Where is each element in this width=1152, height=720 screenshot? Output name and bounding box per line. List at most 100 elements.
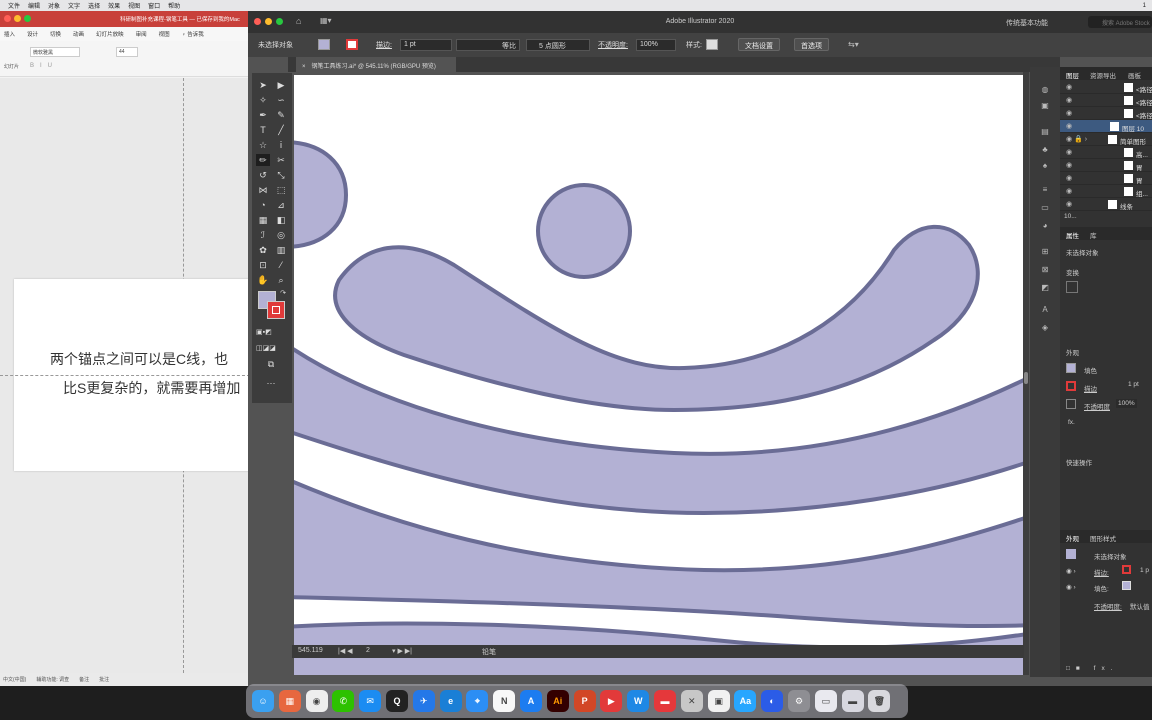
opacity-label[interactable]: 不透明度: xyxy=(598,40,628,50)
menu-select[interactable]: 选择 xyxy=(88,1,100,10)
blend-tool-icon[interactable]: ◎ xyxy=(274,229,288,241)
draw-mode-icons[interactable]: ◫◪◪ xyxy=(256,343,276,355)
artboard-number[interactable]: 2 xyxy=(366,647,370,654)
canvas[interactable] xyxy=(292,72,1024,675)
scale-tool-icon[interactable]: ⤡ xyxy=(274,169,288,181)
dock-chrome-icon[interactable]: ◉ xyxy=(305,690,328,712)
visibility-eye-icon[interactable]: ◉ 🔒 › xyxy=(1066,135,1087,143)
preferences-button[interactable]: 首选项 xyxy=(794,38,829,51)
circle[interactable] xyxy=(536,183,632,279)
layer-row[interactable]: ◉ 胃 xyxy=(1060,172,1152,185)
image-trace-icon[interactable]: ▣ xyxy=(1039,101,1051,111)
appearance-footer-icons[interactable]: □■ fx. xyxy=(1066,665,1119,672)
status-comments[interactable]: 批注 xyxy=(99,676,109,683)
menu-edit[interactable]: 编辑 xyxy=(28,1,40,10)
vertical-scrollbar[interactable] xyxy=(1023,72,1029,675)
visibility-eye-icon[interactable]: ◉ xyxy=(1066,83,1072,91)
status-accessibility[interactable]: 辅助功能: 调查 xyxy=(36,676,69,683)
tab-properties[interactable]: 属性 xyxy=(1066,230,1079,240)
visibility-eye-icon[interactable]: ◉ › xyxy=(1066,567,1076,575)
character-icon[interactable]: A xyxy=(1039,305,1051,315)
visibility-eye-icon[interactable]: ◉ xyxy=(1066,122,1072,130)
tab-design[interactable]: 设计 xyxy=(27,30,38,38)
dock-wps-icon[interactable]: W xyxy=(627,690,650,712)
gradient-tool-icon[interactable]: ◧ xyxy=(274,214,288,226)
menu-help[interactable]: 帮助 xyxy=(168,1,180,10)
color-mode-icons[interactable]: ▣▪◩ xyxy=(256,327,272,339)
stroke-weight-label[interactable]: 描边: xyxy=(376,40,392,50)
properties-opacity-value[interactable]: 100% xyxy=(1116,399,1137,408)
document-tab[interactable]: × 钢笔工具练习.ai* @ 545.11% (RGB/GPU 预览) xyxy=(296,57,456,72)
selection-tool-icon[interactable]: ➤ xyxy=(256,79,270,91)
fill-swatch[interactable] xyxy=(318,39,330,50)
appearance-opacity-label[interactable]: 不透明度: xyxy=(1094,601,1122,611)
tab-view[interactable]: 视图 xyxy=(159,30,170,38)
visibility-eye-icon[interactable]: ◉ › xyxy=(1066,583,1076,591)
magic-wand-icon[interactable]: ✧ xyxy=(256,94,270,106)
align-icon[interactable]: ⊞ xyxy=(1039,247,1051,257)
free-transform-icon[interactable]: ⬚ xyxy=(274,184,288,196)
properties-fill-swatch[interactable] xyxy=(1066,363,1076,373)
slide-text-line-2[interactable]: 比S更复杂的，就需要再增加 xyxy=(63,378,240,398)
minimize-button[interactable] xyxy=(14,15,21,22)
close-tab-icon[interactable]: × xyxy=(302,64,306,70)
more-tools-icon[interactable]: ··· xyxy=(264,377,278,389)
glyphs-icon[interactable]: ◈ xyxy=(1039,323,1051,333)
scrollbar-thumb[interactable] xyxy=(1024,372,1028,384)
layer-row[interactable]: ◉ 胃 xyxy=(1060,159,1152,172)
dock-folder-icon[interactable]: ▬ xyxy=(841,690,864,712)
visibility-eye-icon[interactable]: ◉ xyxy=(1066,148,1072,156)
tab-transitions[interactable]: 切换 xyxy=(50,30,61,38)
graphic-style-swatch[interactable] xyxy=(706,39,718,50)
dock-launchpad-icon[interactable]: ▦ xyxy=(278,690,301,712)
layer-row[interactable]: ◉ 🔒 › 简单图形 xyxy=(1060,133,1152,146)
dock-video-icon[interactable]: ▶ xyxy=(600,690,623,712)
pencil-tool-icon[interactable]: ✏ xyxy=(256,154,270,166)
zoom-button[interactable] xyxy=(24,15,31,22)
font-family-select[interactable]: 微软雅黑 xyxy=(30,47,80,57)
width-tool-icon[interactable]: ⋈ xyxy=(256,184,270,196)
dock-powerpoint-icon[interactable]: P xyxy=(573,690,596,712)
tab-slideshow[interactable]: 幻灯片放映 xyxy=(96,30,124,38)
layer-row[interactable]: ◉<路径> xyxy=(1060,94,1152,107)
tab-asset-export[interactable]: 资源导出 xyxy=(1090,70,1116,80)
dock-illustrator-icon[interactable]: Ai xyxy=(546,690,569,712)
color-panel-icon[interactable]: ▤ xyxy=(1039,127,1051,137)
swap-colors-icon[interactable]: ↷ xyxy=(276,288,290,300)
artboard-nav-prev[interactable]: |◀ ◀ xyxy=(338,647,353,655)
fx-icon[interactable]: fx. xyxy=(1068,419,1075,426)
mesh-tool-icon[interactable]: ▦ xyxy=(256,214,270,226)
brushes-icon[interactable]: ♣ xyxy=(1039,145,1051,155)
menu-view[interactable]: 视图 xyxy=(128,1,140,10)
close-button[interactable] xyxy=(4,15,11,22)
layer-row[interactable]: ◉ 高... xyxy=(1060,146,1152,159)
dock-preview-icon[interactable]: ▣ xyxy=(707,690,730,712)
zoom-level[interactable]: 545.119 xyxy=(298,647,323,654)
rotate-tool-icon[interactable]: ↺ xyxy=(256,169,270,181)
artboard-tool-icon[interactable]: ⊡ xyxy=(256,259,270,271)
visibility-eye-icon[interactable]: ◉ xyxy=(1066,109,1072,117)
visibility-eye-icon[interactable]: ◉ xyxy=(1066,187,1072,195)
visibility-eye-icon[interactable]: ◉ xyxy=(1066,161,1072,169)
visibility-eye-icon[interactable]: ◉ xyxy=(1066,174,1072,182)
symbols-icon[interactable]: ♠ xyxy=(1039,161,1051,171)
graph-tool-icon[interactable]: ▥ xyxy=(274,244,288,256)
dock-safari-icon[interactable]: ⌖ xyxy=(466,690,489,712)
tab-layers[interactable]: 图层 xyxy=(1066,70,1079,80)
layer-row-selected[interactable]: ◉ 图层 10 xyxy=(1060,120,1152,133)
dock-downloads-icon[interactable]: ▭ xyxy=(814,690,837,712)
lasso-icon[interactable]: ∽ xyxy=(274,94,288,106)
visibility-eye-icon[interactable]: ◉ xyxy=(1066,96,1072,104)
dock-trash-icon[interactable]: 🗑 xyxy=(868,690,891,712)
appearance-stroke-label[interactable]: 描边: xyxy=(1094,567,1109,577)
tab-artboards[interactable]: 画板 xyxy=(1128,70,1141,80)
menu-effect[interactable]: 效果 xyxy=(108,1,120,10)
dock-appstore-icon[interactable]: A xyxy=(520,690,542,712)
dock-settings-icon[interactable]: ⚙ xyxy=(788,690,810,712)
transparency-icon[interactable]: ◕ xyxy=(1039,221,1051,231)
slide-text-line-1[interactable]: 两个锚点之间可以是C线，也 xyxy=(50,349,228,369)
slice-tool-icon[interactable]: ⁄ xyxy=(274,259,288,271)
reference-point-icon[interactable] xyxy=(1066,281,1078,293)
type-tool-icon[interactable]: T xyxy=(256,124,270,136)
dock-notion-icon[interactable]: N xyxy=(493,690,516,712)
